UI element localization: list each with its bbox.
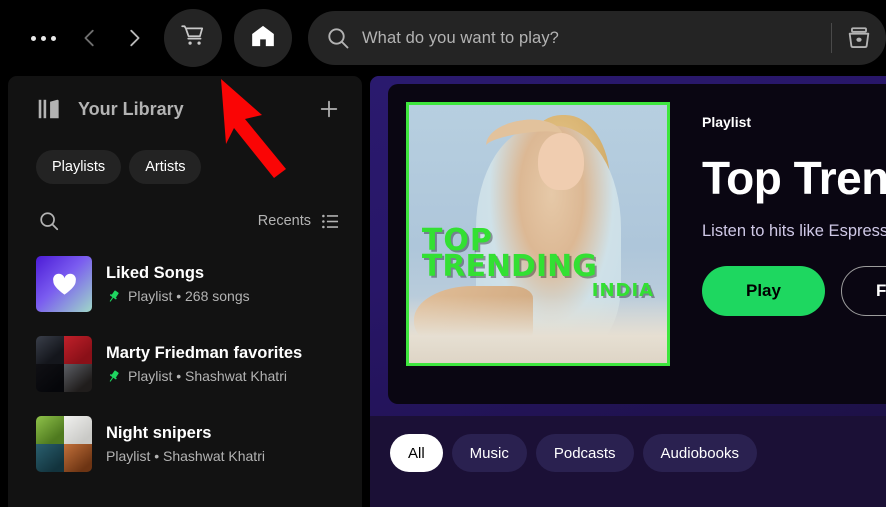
- library-search-icon[interactable]: [38, 210, 60, 232]
- library-filter-chips: Playlists Artists: [8, 142, 362, 184]
- list-item-meta: Playlist • Shashwat Khatri: [106, 448, 265, 464]
- library-list: Liked Songs Playlist • 268 songs Marty F…: [8, 244, 362, 484]
- playlist-description: Listen to hits like Espresso here!: [702, 222, 886, 241]
- dot-icon: [40, 35, 46, 41]
- search-input[interactable]: What do you want to play?: [362, 29, 831, 48]
- list-item-subtitle: Playlist • Shashwat Khatri: [106, 368, 344, 384]
- main-content: TOP TRENDING INDIA Playlist Top Trending…: [370, 76, 886, 507]
- list-item-title: Night snipers: [106, 424, 212, 442]
- cover-art-line2: TRENDING: [421, 249, 597, 285]
- spotify-window: What do you want to play? Your Library P…: [0, 0, 886, 507]
- pin-icon: [106, 289, 121, 304]
- list-item-text: Night snipers Playlist • Shashwat Khatri: [106, 424, 344, 464]
- hero-section: TOP TRENDING INDIA Playlist Top Trending…: [370, 76, 886, 416]
- category-chip-music[interactable]: Music: [451, 434, 527, 472]
- list-item-meta: Playlist • Shashwat Khatri: [128, 368, 287, 384]
- list-item[interactable]: Liked Songs Playlist • 268 songs: [16, 244, 354, 324]
- cover-art-rug: [409, 295, 667, 363]
- back-button[interactable]: [70, 18, 110, 58]
- playlist-kind-label: Playlist: [702, 114, 752, 130]
- cover-art-face: [538, 133, 585, 191]
- playlist-artwork: [36, 256, 92, 312]
- playlist-cover-art: TOP TRENDING INDIA: [406, 102, 670, 366]
- library-title: Your Library: [78, 98, 184, 119]
- more-options-button[interactable]: [20, 19, 66, 57]
- category-filter-row: All Music Podcasts Audiobooks: [390, 434, 757, 472]
- library-icon: [36, 96, 62, 122]
- category-chip-all[interactable]: All: [390, 434, 443, 472]
- sidebar: Your Library Playlists Artists Recents L…: [8, 76, 362, 507]
- chevron-left-icon: [79, 27, 101, 49]
- search-bar[interactable]: What do you want to play?: [308, 11, 886, 65]
- play-button[interactable]: Play: [702, 266, 825, 317]
- add-playlist-button[interactable]: [312, 92, 346, 126]
- top-bar: What do you want to play?: [0, 0, 886, 76]
- pin-icon: [106, 369, 121, 384]
- page-title: Top Trending India: [702, 152, 886, 204]
- list-item-subtitle: Playlist • 268 songs: [106, 288, 344, 304]
- library-tools: Recents: [8, 198, 362, 244]
- playlist-artwork: [36, 416, 92, 472]
- browse-icon[interactable]: [846, 25, 872, 51]
- playlist-artwork: [36, 336, 92, 392]
- forward-button[interactable]: [114, 18, 154, 58]
- hero-info: Playlist Top Trending India Listen to hi…: [702, 102, 886, 317]
- list-item[interactable]: Night snipers Playlist • Shashwat Khatri: [16, 404, 354, 484]
- dot-icon: [30, 35, 36, 41]
- category-chip-audiobooks[interactable]: Audiobooks: [642, 434, 757, 472]
- sort-label[interactable]: Recents: [258, 213, 311, 229]
- list-view-icon[interactable]: [321, 212, 340, 231]
- hero-actions: Play Follow: [702, 266, 886, 317]
- list-item-title: Marty Friedman favorites: [106, 344, 303, 362]
- category-chip-podcasts[interactable]: Podcasts: [535, 434, 634, 472]
- cart-button[interactable]: [164, 9, 222, 67]
- list-item-title: Liked Songs: [106, 264, 205, 282]
- search-divider: [831, 23, 832, 53]
- playlist-hero-card[interactable]: TOP TRENDING INDIA Playlist Top Trending…: [388, 84, 886, 404]
- filter-chip-artists[interactable]: Artists: [129, 150, 202, 184]
- home-button[interactable]: [234, 9, 292, 67]
- library-header: Your Library: [8, 76, 362, 142]
- search-icon: [326, 26, 350, 50]
- list-item-meta: Playlist • 268 songs: [128, 288, 250, 304]
- cover-art-line3: INDIA: [591, 280, 655, 302]
- list-item-subtitle: Playlist • Shashwat Khatri: [106, 448, 344, 464]
- list-item-text: Marty Friedman favorites Playlist • Shas…: [106, 344, 344, 384]
- shopping-cart-icon: [180, 23, 206, 54]
- dot-icon: [50, 35, 56, 41]
- list-item[interactable]: Marty Friedman favorites Playlist • Shas…: [16, 324, 354, 404]
- list-item-text: Liked Songs Playlist • 268 songs: [106, 264, 344, 304]
- home-icon: [250, 23, 276, 54]
- filter-chip-playlists[interactable]: Playlists: [36, 150, 122, 184]
- chevron-right-icon: [123, 27, 145, 49]
- follow-button[interactable]: Follow: [840, 266, 886, 317]
